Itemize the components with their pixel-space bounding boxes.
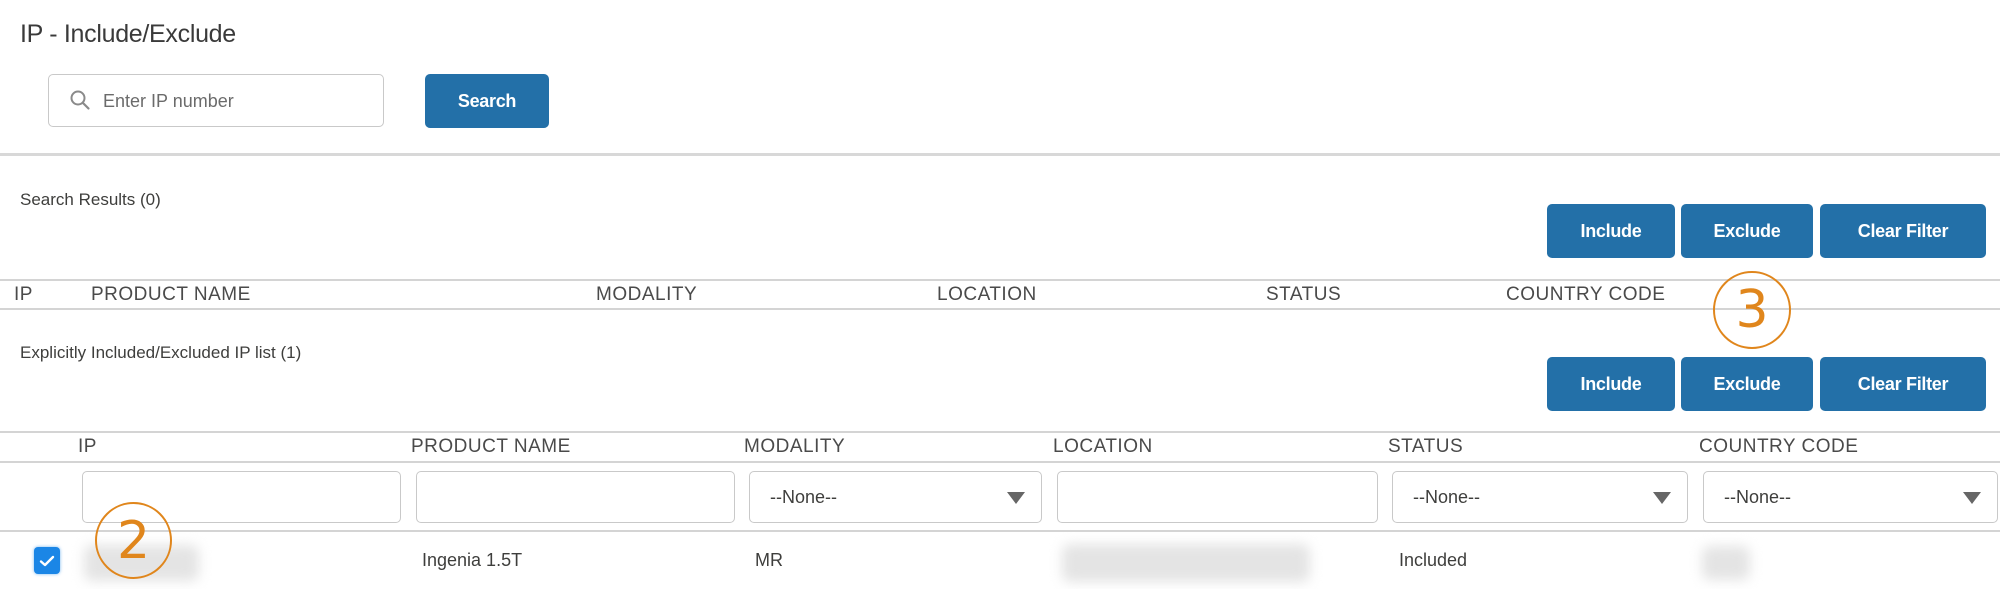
country-code-filter-select[interactable]: --None-- [1703, 471, 1998, 523]
chevron-down-icon [1007, 492, 1025, 504]
results-col-ip[interactable]: IP [14, 284, 33, 306]
annotation-callout-3: 3 [1713, 271, 1791, 349]
search-button[interactable]: Search [425, 74, 549, 128]
results-col-product-name[interactable]: PRODUCT NAME [91, 284, 251, 306]
redacted-country-code [1702, 546, 1750, 580]
country-code-filter-value: --None-- [1724, 487, 1792, 507]
list-col-ip[interactable]: IP [78, 436, 97, 458]
status-filter-select[interactable]: --None-- [1392, 471, 1688, 523]
list-table-header-border [0, 461, 2000, 463]
modality-filter-select[interactable]: --None-- [749, 471, 1042, 523]
list-col-country-code[interactable]: COUNTRY CODE [1699, 436, 1858, 458]
location-filter-input[interactable] [1058, 472, 1381, 524]
results-include-button[interactable]: Include [1547, 204, 1675, 258]
redacted-location [1062, 544, 1310, 582]
annotation-callout-2: 2 [95, 502, 172, 579]
list-table-top-border [0, 431, 2000, 433]
list-col-modality[interactable]: MODALITY [744, 436, 845, 458]
results-col-country-code[interactable]: COUNTRY CODE [1506, 284, 1665, 306]
results-col-status[interactable]: STATUS [1266, 284, 1341, 306]
product-name-filter-input[interactable] [417, 472, 738, 524]
results-col-location[interactable]: LOCATION [937, 284, 1037, 306]
modality-filter-value: --None-- [770, 487, 838, 507]
row-select-checkbox[interactable] [34, 547, 60, 574]
chevron-down-icon [1653, 492, 1671, 504]
ip-search-input[interactable] [101, 75, 375, 128]
filter-row-border [0, 530, 2000, 532]
section-divider [0, 153, 2000, 156]
results-col-modality[interactable]: MODALITY [596, 284, 697, 306]
list-clear-filter-button[interactable]: Clear Filter [1820, 357, 1986, 411]
results-exclude-button[interactable]: Exclude [1681, 204, 1813, 258]
list-exclude-button[interactable]: Exclude [1681, 357, 1813, 411]
results-table-top-border [0, 279, 2000, 281]
list-col-location[interactable]: LOCATION [1053, 436, 1153, 458]
page-title: IP - Include/Exclude [20, 20, 236, 48]
row-product-name: Ingenia 1.5T [422, 550, 523, 570]
location-filter-field[interactable] [1057, 471, 1381, 524]
list-col-status[interactable]: STATUS [1388, 436, 1463, 458]
list-include-button[interactable]: Include [1547, 357, 1675, 411]
chevron-down-icon [1963, 492, 1981, 504]
ip-search-field[interactable] [48, 74, 384, 128]
results-table-header-border [0, 308, 2000, 310]
product-name-filter-field[interactable] [416, 471, 738, 524]
row-status: Included [1399, 550, 1468, 570]
results-clear-filter-button[interactable]: Clear Filter [1820, 204, 1986, 258]
search-icon [69, 89, 91, 111]
row-modality: MR [755, 550, 783, 570]
search-results-label: Search Results (0) [20, 190, 161, 209]
check-icon [39, 555, 55, 566]
list-col-product-name[interactable]: PRODUCT NAME [411, 436, 571, 458]
status-filter-value: --None-- [1413, 487, 1481, 507]
explicit-list-label: Explicitly Included/Excluded IP list (1) [20, 343, 302, 362]
